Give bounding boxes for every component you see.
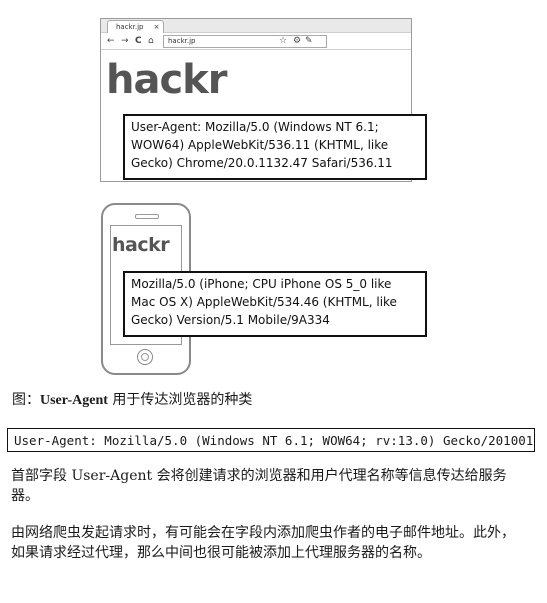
hackr-logo: hackr bbox=[106, 57, 228, 103]
home-icon: ⌂ bbox=[148, 36, 154, 46]
wrench-icon: ✎ bbox=[305, 36, 313, 46]
browser-tab-bar: hackr.jp × bbox=[101, 19, 411, 33]
star-icon: ☆ bbox=[279, 36, 288, 46]
settings-icon: ⚙ bbox=[293, 36, 302, 46]
paragraph-2: 由网络爬虫发起请求时，有可能会在字段内添加爬虫作者的电子邮件地址。此外，如果请求… bbox=[11, 525, 515, 561]
caption-prefix: 图： bbox=[12, 392, 40, 408]
home-button-icon bbox=[137, 349, 153, 365]
back-arrow-icon: ← bbox=[107, 36, 115, 46]
user-agent-figure: hackr.jp × ← → C ⌂ hackr.jp ☆ ⚙ ✎ hackr … bbox=[0, 0, 547, 380]
paragraph-1: 首部字段 User-Agent 会将创建请求的浏览器和用户代理名称等信息传达给服… bbox=[11, 468, 507, 504]
hackr-logo-mobile: hackr bbox=[112, 234, 170, 256]
phone-speaker bbox=[135, 214, 159, 219]
code-example: User-Agent: Mozilla/5.0 (Windows NT 6.1;… bbox=[7, 428, 535, 452]
browser-toolbar: ← → C ⌂ hackr.jp ☆ ⚙ ✎ bbox=[101, 33, 411, 50]
browser-tab: hackr.jp × bbox=[107, 20, 165, 33]
forward-arrow-icon: → bbox=[121, 36, 129, 46]
desktop-user-agent-callout: User-Agent: Mozilla/5.0 (Windows NT 6.1;… bbox=[123, 114, 427, 180]
url-text: hackr.jp bbox=[168, 37, 196, 45]
url-bar: hackr.jp bbox=[163, 35, 327, 48]
figure-caption: 图：User-Agent 用于传达浏览器的种类 bbox=[12, 390, 252, 411]
reload-icon: C bbox=[135, 36, 142, 46]
mobile-user-agent-callout: Mozilla/5.0 (iPhone; CPU iPhone OS 5_0 l… bbox=[123, 271, 427, 337]
tab-title: hackr.jp bbox=[116, 23, 144, 31]
caption-text: 用于传达浏览器的种类 bbox=[107, 392, 253, 408]
caption-bold: User-Agent bbox=[40, 393, 108, 408]
close-icon: × bbox=[153, 23, 160, 31]
